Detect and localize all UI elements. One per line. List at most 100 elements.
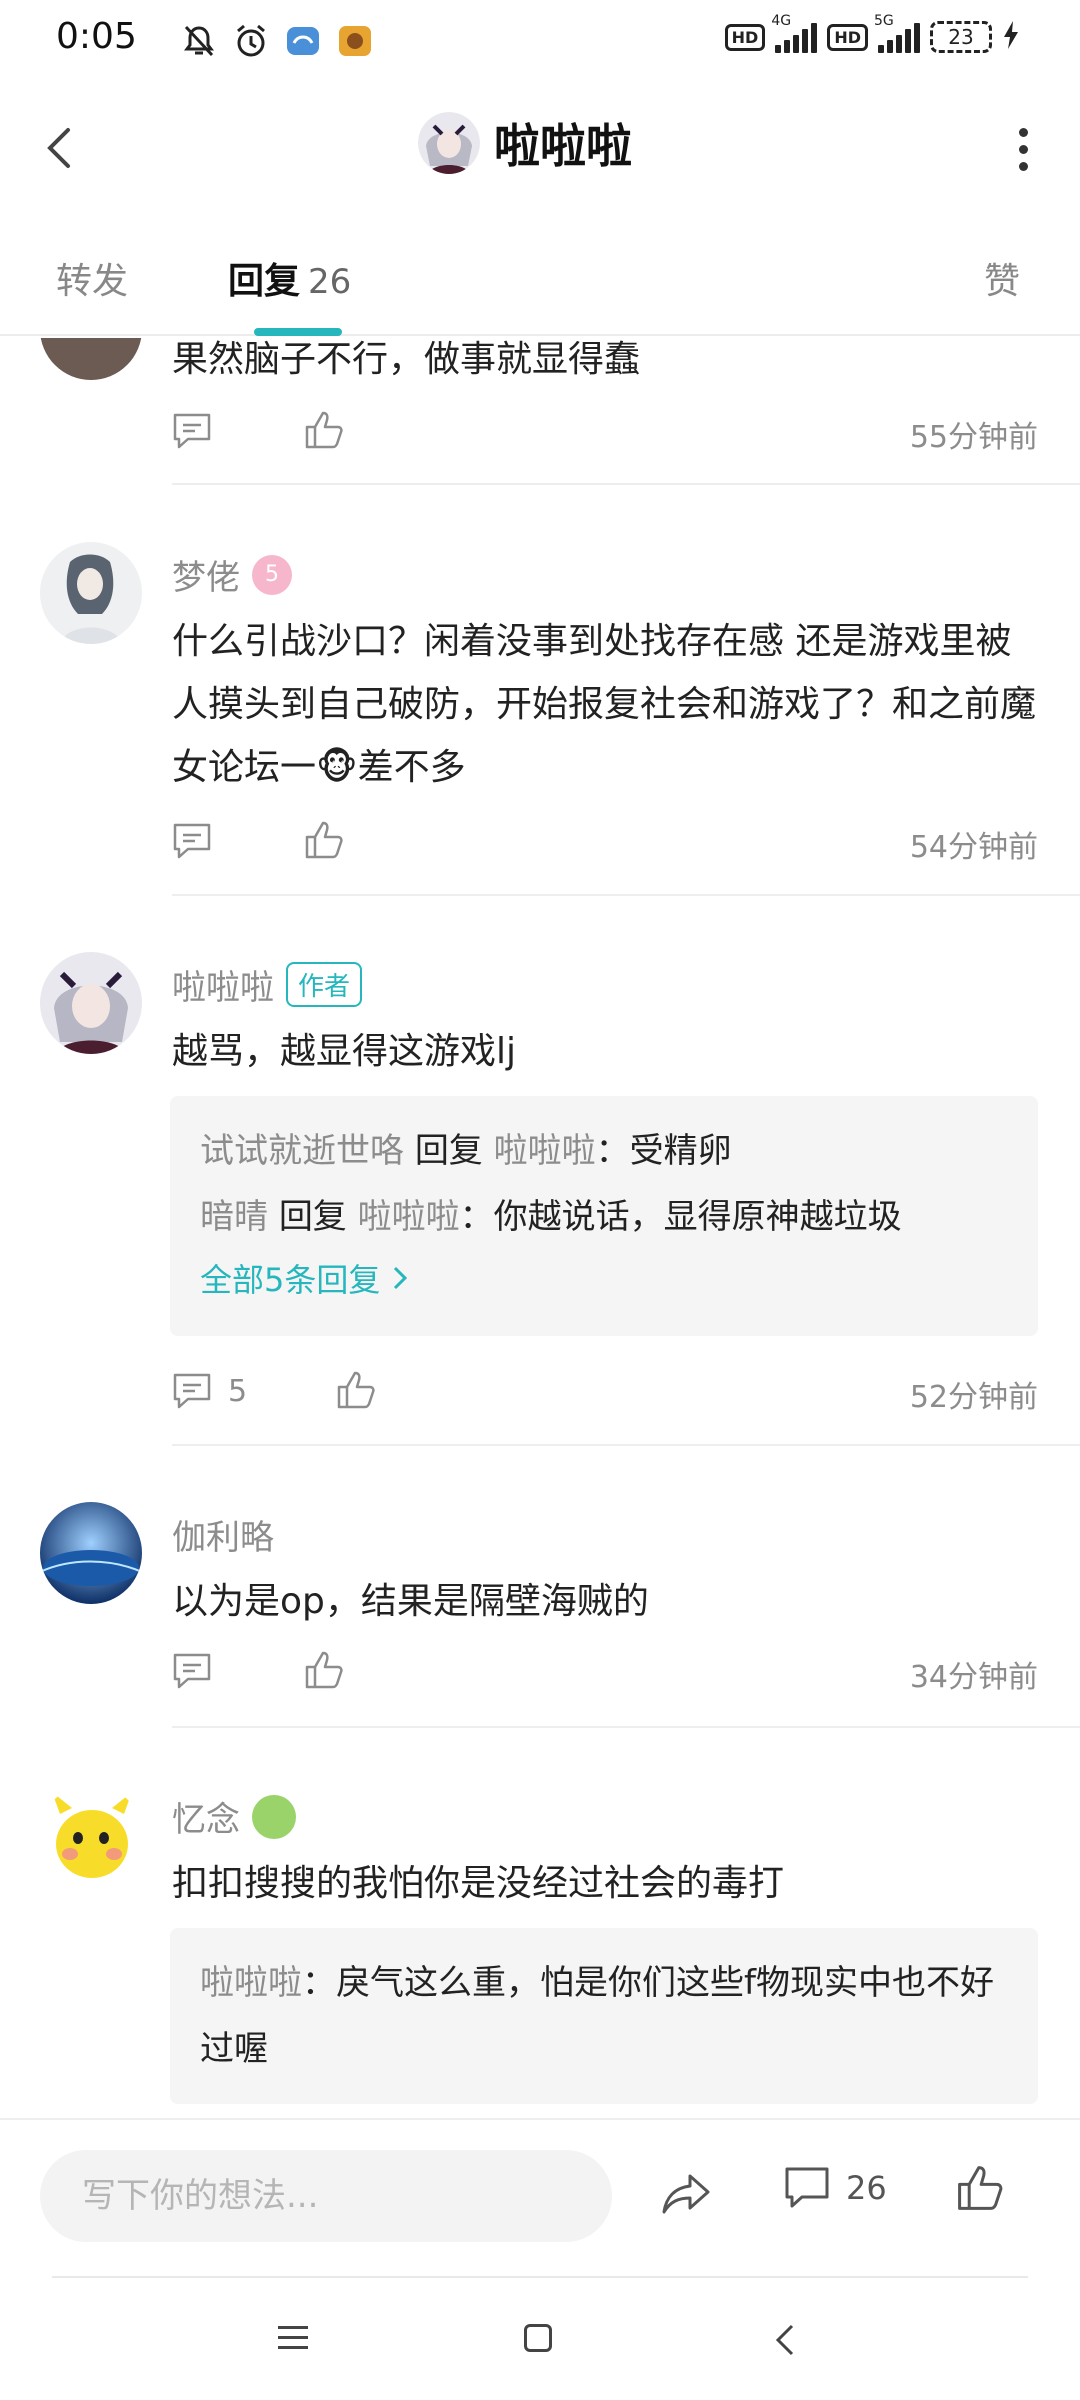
author-name: 忆念	[172, 1800, 240, 1840]
reply-from[interactable]: 暗晴	[200, 1197, 268, 1237]
like-button[interactable]	[304, 820, 344, 864]
comment-icon	[173, 1653, 211, 1689]
status-notification-icons	[180, 22, 374, 60]
comment-actions: 55分钟前	[172, 406, 1038, 456]
reply-preview-box[interactable]: 试试就逝世咯 回复 啦啦啦：受精卵 暗晴 回复 啦啦啦：你越说话，显得原神越垃圾…	[170, 1096, 1038, 1336]
avatar[interactable]	[40, 952, 142, 1054]
tab-forward[interactable]: 转发	[56, 252, 128, 304]
comment-time: 34分钟前	[909, 1660, 1038, 1695]
reply-to[interactable]: 啦啦啦	[494, 1131, 596, 1171]
home-button[interactable]	[524, 2324, 552, 2352]
game-icon	[336, 22, 374, 60]
avatar-badge-icon	[252, 1794, 296, 1839]
thumbs-up-icon	[958, 2166, 1003, 2210]
comment-item: 啦啦啦 作者 越骂，越显得这游戏lj 试试就逝世咯 回复 啦啦啦：受精卵 暗晴 …	[0, 896, 1080, 1446]
active-tab-indicator	[254, 328, 342, 336]
reply-text: ：戾气这么重，怕是你们这些f物现实中也不好过喔	[200, 1963, 994, 2069]
comment-list[interactable]: 果然脑子不行，做事就显得蠢 55分钟前 梦佬 5 什么引战沙口？闲着没事到处找存…	[0, 338, 1080, 2118]
reply-preview-box[interactable]: 啦啦啦：戾气这么重，怕是你们这些f物现实中也不好过喔	[170, 1928, 1038, 2104]
recent-apps-button[interactable]	[278, 2326, 308, 2349]
comment-author[interactable]: 忆念	[172, 1792, 296, 1841]
reply-preview[interactable]: 试试就逝世咯 回复 啦啦啦：受精卵	[200, 1118, 1008, 1184]
comment-time: 55分钟前	[909, 420, 1038, 455]
divider	[52, 2276, 1028, 2278]
share-icon	[662, 2174, 710, 2214]
reply-button[interactable]: 5	[172, 1372, 247, 1410]
comment-item: 伽利略 以为是op，结果是隔壁海贼的 34分钟前	[0, 1446, 1080, 1728]
thumbs-up-icon	[305, 411, 343, 449]
reply-preview[interactable]: 啦啦啦：戾气这么重，怕是你们这些f物现实中也不好过喔	[200, 1950, 1008, 2082]
comments-button[interactable]: 26	[784, 2166, 887, 2210]
status-time: 0:05	[56, 16, 137, 57]
level-badge-icon: 5	[252, 554, 292, 595]
reply-button[interactable]	[172, 822, 212, 860]
reply-from[interactable]: 啦啦啦	[200, 1963, 302, 2003]
reply-button[interactable]	[172, 1652, 212, 1690]
back-button[interactable]	[40, 118, 80, 178]
comment-text: 越骂，越显得这游戏lj	[172, 1031, 517, 1072]
thumbs-up-icon	[305, 821, 343, 859]
reply-preview[interactable]: 暗晴 回复 啦啦啦：你越说话，显得原神越垃圾	[200, 1184, 1008, 1250]
comment-author[interactable]: 伽利略	[172, 1510, 274, 1559]
like-button[interactable]	[336, 1370, 376, 1414]
tab-reply-count: 26	[308, 262, 352, 302]
comment-text: 以为是op，结果是隔壁海贼的	[172, 1581, 649, 1622]
view-all-replies-link[interactable]: 全部5条回复	[200, 1250, 1008, 1310]
tab-bar: 转发 回复 26 赞	[0, 240, 1080, 336]
tab-like[interactable]: 赞	[984, 252, 1020, 304]
share-button[interactable]	[660, 2172, 712, 2220]
like-button[interactable]	[304, 410, 344, 454]
reply-to[interactable]: 啦啦啦	[358, 1197, 460, 1237]
comment-text: 扣扣搜搜的我怕你是没经过社会的毒打	[172, 1863, 785, 1904]
top-bar: 啦啦啦	[0, 84, 1080, 214]
avatar[interactable]	[40, 1784, 142, 1886]
mute-bell-icon	[180, 22, 218, 60]
system-back-button[interactable]	[770, 2320, 800, 2360]
avatar[interactable]	[40, 1502, 142, 1604]
dot	[1019, 162, 1028, 171]
bottom-action-bar: 写下你的想法... 26	[0, 2118, 1080, 2278]
menu-line	[278, 2326, 308, 2329]
comment-time: 52分钟前	[909, 1380, 1038, 1415]
status-system-icons: HD 4G HD 5G 23	[724, 13, 1020, 54]
comment-count: 26	[846, 2169, 887, 2207]
comment-item: 果然脑子不行，做事就显得蠢 55分钟前	[0, 338, 1080, 486]
hd-badge-2: HD	[827, 23, 868, 51]
author-name: 伽利略	[172, 1518, 274, 1558]
comment-author[interactable]: 梦佬 5	[172, 550, 292, 599]
comment-input[interactable]: 写下你的想法...	[40, 2150, 612, 2242]
signal-icon-2: 5G	[874, 13, 920, 53]
dot	[1019, 145, 1028, 154]
avatar[interactable]	[40, 542, 142, 644]
battery-icon: 23	[930, 21, 992, 53]
reply-text: ：你越说话，显得原神越垃圾	[459, 1197, 902, 1237]
comment-item: 梦佬 5 什么引战沙口？闲着没事到处找存在感 还是游戏里被人摸头到自己破防，开始…	[0, 486, 1080, 896]
comment-icon	[173, 823, 211, 859]
chevron-left-icon	[775, 2324, 794, 2356]
comment-text: 什么引战沙口？闲着没事到处找存在感 还是游戏里被人摸头到自己破防，开始报复社会和…	[172, 621, 1037, 788]
page-title: 啦啦啦	[494, 119, 632, 173]
divider	[172, 483, 1080, 485]
comment-text: 果然脑子不行，做事就显得蠢	[172, 339, 641, 380]
avatar[interactable]	[418, 112, 480, 174]
thumbs-up-icon	[337, 1371, 375, 1409]
comment-icon	[173, 1373, 211, 1409]
comment-icon	[173, 413, 211, 449]
tab-reply[interactable]: 回复 26	[228, 252, 351, 304]
avatar[interactable]	[40, 338, 142, 380]
title-group[interactable]: 啦啦啦	[418, 110, 632, 176]
reply-from[interactable]: 试试就逝世咯	[200, 1131, 404, 1171]
dot	[1019, 128, 1028, 137]
like-button[interactable]	[304, 1650, 344, 1694]
author-badge: 作者	[286, 962, 363, 1007]
menu-line	[278, 2346, 308, 2349]
more-menu-button[interactable]	[1019, 128, 1028, 171]
reply-count: 5	[228, 1373, 248, 1409]
comment-actions: 34分钟前	[172, 1646, 1038, 1696]
reply-button[interactable]	[172, 412, 212, 450]
system-nav-bar	[0, 2280, 1080, 2400]
like-button[interactable]	[956, 2164, 1004, 2216]
tab-reply-label: 回复	[228, 261, 301, 302]
comment-author[interactable]: 啦啦啦 作者	[172, 960, 363, 1009]
app-icon	[284, 22, 322, 60]
